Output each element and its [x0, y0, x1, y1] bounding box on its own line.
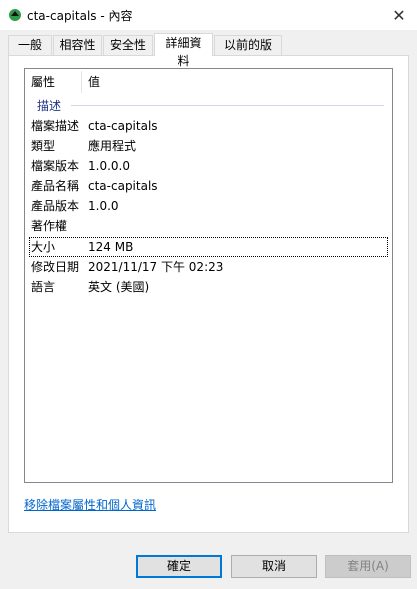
property-name: 著作權 [31, 219, 68, 233]
remove-properties-link[interactable]: 移除檔案屬性和個人資訊 [24, 496, 156, 513]
close-icon: ✕ [392, 5, 406, 25]
list-item[interactable]: 修改日期 2021/11/17 下午 02:23 [25, 257, 392, 277]
list-item[interactable]: 著作權 [25, 216, 392, 236]
app-icon [9, 9, 21, 21]
tab-security[interactable]: 安全性 [103, 35, 153, 55]
property-value: 1.0.0 [88, 199, 119, 213]
property-name: 類型 [31, 139, 56, 153]
details-panel: 屬性 值 描述 檔案描述 cta-capitals 類型 應用程式 檔案版本 1… [8, 55, 409, 533]
ok-button[interactable]: 確定 [136, 555, 222, 578]
group-description[interactable]: 描述 [25, 96, 392, 114]
list-item[interactable]: 類型 應用程式 [25, 136, 392, 156]
tab-general[interactable]: 一般 [8, 35, 52, 55]
property-value: 英文 (美國) [88, 280, 150, 294]
column-header-value[interactable]: 值 [82, 69, 282, 95]
cancel-button[interactable]: 取消 [231, 555, 317, 578]
property-value: 124 MB [88, 240, 134, 254]
properties-dialog: cta-capitals - 內容 ✕ 一般 相容性 安全性 詳細資料 以前的版… [0, 0, 417, 589]
property-name: 大小 [31, 240, 56, 254]
list-item[interactable]: 產品版本 1.0.0 [25, 196, 392, 216]
list-item[interactable]: 產品名稱 cta-capitals [25, 176, 392, 196]
tab-strip: 一般 相容性 安全性 詳細資料 以前的版本 [8, 33, 409, 70]
property-name: 產品版本 [31, 199, 80, 213]
property-name: 檔案描述 [31, 119, 80, 133]
list-item[interactable]: 檔案版本 1.0.0.0 [25, 156, 392, 176]
group-label: 描述 [37, 99, 62, 113]
column-header-property[interactable]: 屬性 [25, 69, 81, 95]
close-button[interactable]: ✕ [381, 0, 417, 30]
tab-previous-versions[interactable]: 以前的版本 [214, 35, 282, 70]
tab-details[interactable]: 詳細資料 [154, 33, 213, 68]
title-bar: cta-capitals - 內容 ✕ [0, 0, 417, 30]
property-value: 1.0.0.0 [88, 159, 130, 173]
property-value: cta-capitals [88, 119, 158, 133]
tab-compatibility[interactable]: 相容性 [53, 35, 102, 55]
list-header: 屬性 值 [25, 69, 392, 95]
property-name: 檔案版本 [31, 159, 80, 173]
property-name: 語言 [31, 280, 56, 294]
list-item[interactable]: 檔案描述 cta-capitals [25, 116, 392, 136]
list-item[interactable]: 語言 英文 (美國) [25, 277, 392, 297]
list-item-selected[interactable]: 大小 124 MB [29, 237, 388, 257]
property-value: 2021/11/17 下午 02:23 [88, 260, 224, 274]
details-list[interactable]: 屬性 值 描述 檔案描述 cta-capitals 類型 應用程式 檔案版本 1… [24, 68, 393, 483]
group-divider [71, 105, 384, 106]
property-name: 產品名稱 [31, 179, 80, 193]
property-value: cta-capitals [88, 179, 158, 193]
apply-button[interactable]: 套用(A) [325, 555, 411, 578]
window-title: cta-capitals - 內容 [27, 9, 133, 23]
property-name: 修改日期 [31, 260, 80, 274]
property-value: 應用程式 [88, 139, 137, 153]
